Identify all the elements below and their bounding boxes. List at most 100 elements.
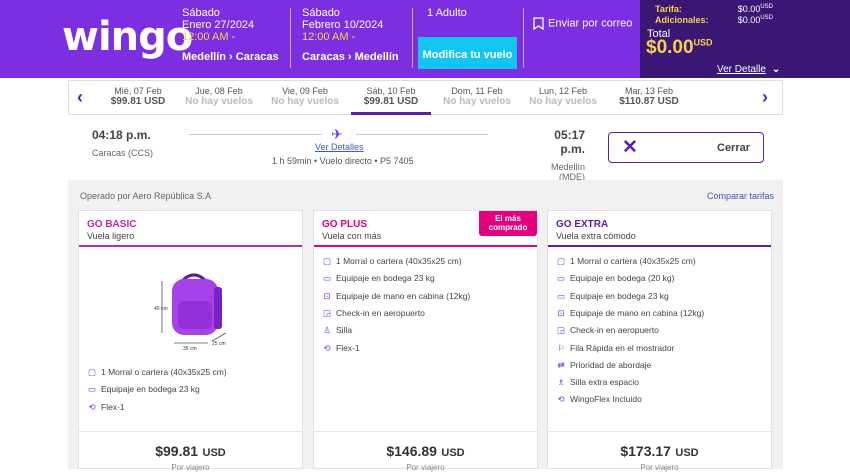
backpack-icon: ▢ [87, 367, 97, 377]
backpack-image: 40 cm 35 cm 25 cm [154, 273, 227, 351]
date-option[interactable]: Sáb, 10 Feb $99.81 USD [351, 86, 431, 115]
feature-text: Flex-1 [101, 401, 125, 412]
total-currency: USD [693, 37, 713, 48]
fare-feature: ♗ Silla extra espacio [556, 377, 639, 388]
price-currency: USD [202, 447, 226, 459]
fare-subtitle: Vuela extra cómodo [556, 231, 636, 241]
feature-text: Equipaje de mano en cabina (12kg) [336, 290, 471, 301]
price-amount: $146.89 [386, 443, 437, 459]
outbound-day: Sábado [182, 7, 220, 19]
fare-name: GO PLUS [322, 219, 368, 230]
fare-feature: ⊡ Equipaje de mano en cabina (12kg) [556, 308, 704, 319]
date-option[interactable]: Mar, 13 Feb $110.87 USD [609, 86, 689, 107]
feature-text: Check-in en aeropuerto [570, 325, 659, 336]
date-option[interactable]: Vie, 09 Feb No hay vuelos [265, 86, 345, 107]
departure-time: 04:18 p.m. [92, 128, 151, 142]
date-price: $110.87 USD [619, 96, 679, 107]
per-traveler: Por viajero [406, 463, 445, 472]
price-summary: Tarifa: $0.00USD Adicionales: $0.00USD Tot… [640, 0, 850, 78]
divider [548, 431, 771, 432]
flight-details-link[interactable]: Ver Detalles [315, 142, 364, 152]
inbound-date: Febrero 10/2024 [302, 19, 384, 31]
carry-on-icon: ⊡ [557, 307, 565, 318]
adicionales-value: $0.00 [737, 15, 761, 25]
arrival-info: 05:17 p.m. Medellín (MDE) [527, 128, 585, 182]
fare-price: $99.81 USD Por viajero [79, 443, 302, 472]
fare-feature: ⟲ Flex-1 [87, 401, 125, 413]
fast-lane-icon: ⚐ [557, 342, 565, 353]
extra-seat-icon: ♗ [557, 377, 565, 388]
compare-fares-link[interactable]: Comparar tarifas [707, 191, 774, 201]
feature-text: Silla extra espacio [570, 377, 639, 388]
per-traveler: Por viajero [171, 463, 210, 472]
bag-width-label: 35 cm [183, 346, 197, 351]
fare-underline [314, 245, 537, 247]
price-currency: USD [441, 447, 465, 459]
price-currency: USD [675, 447, 699, 459]
chevron-left-icon[interactable]: ‹ [77, 87, 83, 108]
checked-bag-icon: ▭ [322, 273, 332, 284]
date-price: No hay vuelos [529, 96, 597, 107]
email-link[interactable]: Enviar por correo [533, 17, 633, 31]
view-detail-link[interactable]: Ver Detalle ⌄ [717, 64, 780, 75]
date-label: Vie, 09 Feb [282, 86, 328, 96]
fare-underline [548, 245, 771, 247]
feature-text: Equipaje en bodega 23 kg [336, 273, 435, 284]
fare-card[interactable]: GO BASIC Vuela ligero 40 cm 35 cm 25 cm … [78, 210, 303, 472]
wingo-logo[interactable]: wingo [62, 14, 193, 60]
bag-height-label: 40 cm [154, 306, 168, 312]
feature-text: 1 Morral o cartera (40x35x25 cm) [570, 256, 696, 266]
fare-feature: ◲ Check-in en aeropuerto [322, 308, 425, 319]
close-label: Cerrar [717, 142, 751, 154]
backpack-icon: ▢ [556, 256, 566, 266]
tarifa-label: Tarifa: [655, 4, 682, 14]
feature-text: Check-in en aeropuerto [336, 307, 425, 318]
close-icon: ✕ [622, 137, 638, 158]
modify-search-button[interactable]: Modifica tu vuelo [418, 37, 517, 69]
tarifa-value: $0.00 [737, 4, 761, 14]
inbound-time: 12:00 AM - [302, 31, 356, 43]
fare-feature: ♙ Silla [322, 325, 352, 336]
feature-text: WingoFlex Incluido [570, 394, 642, 405]
route-line [356, 134, 488, 135]
feature-text: Equipaje de mano en cabina (12kg) [570, 307, 705, 318]
checked-bag-icon: ▭ [556, 273, 566, 284]
view-detail-label: Ver Detalle [717, 64, 766, 75]
backpack-icon: ▢ [322, 256, 332, 266]
route-line [189, 134, 322, 135]
inbound-route: Caracas › Medellín [302, 51, 399, 63]
feature-text: Flex-1 [336, 342, 360, 353]
feature-text: Prioridad de abordaje [570, 359, 652, 370]
divider [523, 8, 524, 68]
fare-card[interactable]: GO EXTRA Vuela extra cómodo ▢ 1 Morral o … [547, 210, 772, 472]
fare-subtitle: Vuela ligero [87, 231, 135, 241]
fare-price: $146.89 USD Por viajero [314, 443, 537, 472]
date-price: $99.81 USD [110, 96, 166, 107]
date-option[interactable]: Mié, 07 Feb $99.81 USD [98, 86, 178, 107]
inbound-day: Sábado [302, 7, 340, 19]
feature-text: 1 Morral o cartera (40x35x25 cm) [336, 256, 462, 266]
close-button[interactable]: ✕ Cerrar [608, 132, 764, 163]
fare-name: GO BASIC [87, 219, 137, 230]
fare-feature: ▭ Equipaje en bodega 23 kg [87, 384, 200, 395]
top-header: wingo Sábado Enero 27/2024 12:00 AM - Me… [0, 0, 850, 78]
fare-card[interactable]: GO PLUS Vuela con más El más comprado ▢ 1 … [313, 210, 538, 472]
checkin-icon: ◲ [322, 307, 332, 318]
date-label: Sáb, 10 Feb [366, 86, 416, 96]
flex-icon: ⟲ [323, 342, 331, 353]
inbound-trip: Sábado Febrero 10/2024 12:00 AM - Caraca… [302, 7, 399, 63]
fare-feature: ▢ 1 Morral o cartera (40x35x25 cm) [322, 256, 462, 267]
date-label: Dom, 11 Feb [451, 86, 503, 96]
date-option[interactable]: Lun, 12 Feb No hay vuelos [523, 86, 603, 107]
date-label: Lun, 12 Feb [538, 86, 588, 96]
bookmark-icon [533, 17, 544, 31]
adicionales-row: Adicionales: $0.00USD [655, 15, 773, 25]
date-option[interactable]: Jue, 08 Feb No hay vuelos [179, 86, 259, 107]
checked-bag-icon: ▭ [556, 290, 566, 301]
date-option[interactable]: Dom, 11 Feb No hay vuelos [437, 86, 517, 107]
email-label: Enviar por correo [548, 17, 633, 30]
divider [314, 431, 537, 432]
checked-bag-icon: ▭ [87, 384, 97, 395]
chevron-right-icon[interactable]: › [762, 87, 768, 108]
fare-feature: ▭ Equipaje en bodega 23 kg [322, 273, 435, 284]
